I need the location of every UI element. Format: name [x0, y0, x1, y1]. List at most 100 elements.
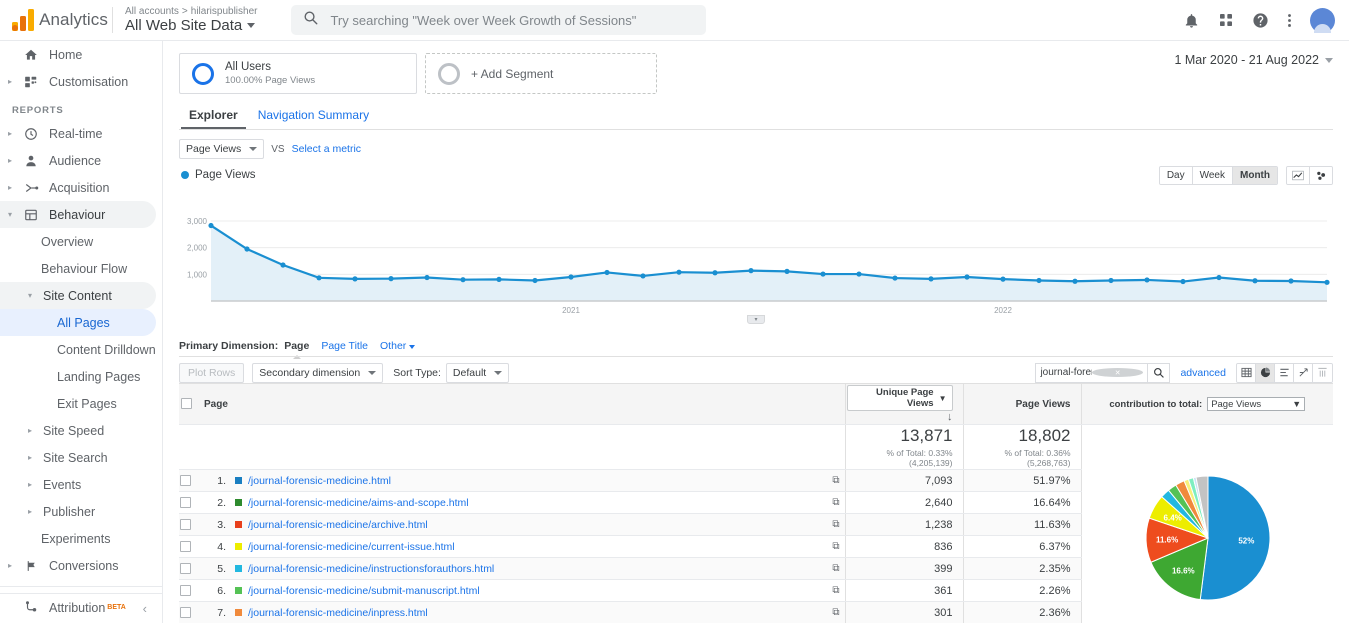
row-checkbox[interactable]: [180, 497, 191, 509]
line-chart-icon[interactable]: [1287, 167, 1310, 184]
metric-select-button[interactable]: Page Views: [179, 139, 265, 159]
sidebar-item-home[interactable]: Home: [0, 41, 156, 68]
table-view-icon[interactable]: [1237, 363, 1256, 382]
sidebar-item-site-content[interactable]: ▾ Site Content: [0, 282, 156, 309]
row-page-link[interactable]: /journal-forensic-medicine.html: [248, 475, 391, 487]
sidebar-item-publisher[interactable]: ▸ Publisher: [0, 498, 156, 525]
row-number: 7.: [217, 606, 226, 619]
granularity-day[interactable]: Day: [1159, 167, 1193, 184]
primary-dimension-other[interactable]: Other: [380, 340, 416, 352]
comparison-view-icon[interactable]: [1294, 363, 1313, 382]
primary-dimension-page[interactable]: Page: [284, 340, 309, 352]
plot-rows-button[interactable]: Plot Rows: [179, 362, 245, 383]
table-filter-input[interactable]: journal-forensic-medicine ✕: [1035, 362, 1149, 383]
row-checkbox[interactable]: [180, 519, 191, 531]
contribution-metric-select[interactable]: Page Views ▼: [1207, 397, 1306, 411]
sidebar-item-overview[interactable]: Overview: [0, 228, 156, 255]
sort-type-select[interactable]: Default: [445, 362, 510, 383]
row-checkbox[interactable]: [180, 541, 191, 553]
unique-page-views-pill[interactable]: Unique Page Views ▼: [846, 385, 953, 411]
table-search-button[interactable]: [1148, 362, 1171, 383]
sidebar-item-audience[interactable]: ▸ Audience: [0, 147, 156, 174]
date-range-picker[interactable]: 1 Mar 2020 - 21 Aug 2022: [1174, 53, 1333, 67]
add-segment-button[interactable]: + Add Segment: [425, 53, 657, 94]
pie-slice-label: 11.6%: [1155, 535, 1177, 544]
pivot-view-icon[interactable]: [1313, 363, 1332, 382]
breadcrumb-all-accounts[interactable]: All accounts: [125, 6, 179, 17]
table-body: 13,871 % of Total: 0.33% (4,205,139) 18,…: [179, 424, 1333, 623]
column-header-unique-page-views[interactable]: Unique Page Views ▼ ↓: [845, 383, 964, 425]
select-all-checkbox[interactable]: [181, 398, 192, 410]
sidebar-collapse-button[interactable]: ‹: [0, 593, 162, 623]
row-page-link[interactable]: /journal-forensic-medicine/inpress.html: [248, 607, 428, 619]
open-page-icon[interactable]: ⧉: [832, 607, 839, 618]
chart-resize-handle[interactable]: ▾: [747, 315, 765, 324]
sidebar-item-exit-pages[interactable]: Exit Pages: [0, 390, 156, 417]
sidebar-item-customisation[interactable]: ▸ Customisation: [0, 68, 156, 95]
open-page-icon[interactable]: ⧉: [832, 519, 839, 530]
sort-descending-icon[interactable]: ↓: [947, 411, 953, 423]
row-checkbox[interactable]: [180, 585, 191, 597]
row-page-link[interactable]: /journal-forensic-medicine/current-issue…: [248, 541, 455, 553]
row-page-link[interactable]: /journal-forensic-medicine/aims-and-scop…: [248, 497, 469, 509]
breadcrumb-separator: >: [181, 5, 188, 17]
help-icon[interactable]: [1252, 12, 1269, 29]
sidebar-item-behaviour[interactable]: ▾ Behaviour: [0, 201, 156, 228]
sidebar-item-acquisition[interactable]: ▸ Acquisition: [0, 174, 156, 201]
granularity-week[interactable]: Week: [1192, 167, 1233, 184]
pie-slice[interactable]: [1199, 474, 1270, 600]
row-select-cell: [179, 491, 194, 514]
sidebar-item-conversions[interactable]: ▸ Conversions: [0, 552, 156, 579]
granularity-month[interactable]: Month: [1233, 167, 1277, 184]
row-page-link[interactable]: /journal-forensic-medicine/submit-manusc…: [248, 585, 480, 597]
sidebar-item-real-time[interactable]: ▸ Real-time: [0, 120, 156, 147]
primary-dimension-page-title[interactable]: Page Title: [321, 340, 368, 352]
segment-all-users[interactable]: All Users 100.00% Page Views: [179, 53, 417, 94]
sidebar-item-site-search[interactable]: ▸ Site Search: [0, 444, 156, 471]
open-page-icon[interactable]: ⧉: [832, 585, 839, 596]
grid-icon[interactable]: [1218, 12, 1234, 28]
tab-explorer[interactable]: Explorer: [181, 104, 246, 129]
advanced-link[interactable]: advanced: [1180, 367, 1226, 379]
row-checkbox[interactable]: [180, 607, 191, 619]
tab-navigation-summary[interactable]: Navigation Summary: [250, 104, 377, 129]
sidebar-item-experiments[interactable]: Experiments: [0, 525, 156, 552]
sidebar-item-events[interactable]: ▸ Events: [0, 471, 156, 498]
row-page-link[interactable]: /journal-forensic-medicine/instructionsf…: [248, 563, 494, 575]
column-header-page[interactable]: Page: [194, 383, 846, 425]
line-chart-svg: 1,000 2,000 3,000 2021 2022: [187, 217, 1330, 315]
row-checkbox[interactable]: [180, 475, 191, 487]
secondary-dimension-button[interactable]: Secondary dimension: [252, 362, 384, 383]
property-name[interactable]: All Web Site Data: [125, 17, 257, 34]
row-checkbox[interactable]: [180, 563, 191, 575]
pie-view-icon[interactable]: [1256, 363, 1275, 382]
row-page-cell: 4. /journal-forensic-medicine/current-iss…: [194, 535, 846, 558]
sidebar-item-label: Site Search: [43, 450, 108, 465]
row-page-link[interactable]: /journal-forensic-medicine/archive.html: [248, 519, 428, 531]
clear-filter-icon[interactable]: ✕: [1091, 368, 1144, 377]
sidebar-item-landing-pages[interactable]: Landing Pages: [0, 363, 156, 390]
search-box[interactable]: [291, 5, 707, 35]
column-header-page-views[interactable]: Page Views: [963, 383, 1082, 425]
open-page-icon[interactable]: ⧉: [832, 541, 839, 552]
search-input[interactable]: [328, 11, 697, 29]
select-a-metric-link[interactable]: Select a metric: [292, 143, 361, 155]
open-page-icon[interactable]: ⧉: [832, 475, 839, 486]
more-vertical-icon[interactable]: [1287, 12, 1292, 29]
bell-icon[interactable]: [1183, 12, 1200, 29]
open-page-icon[interactable]: ⧉: [832, 497, 839, 508]
performance-view-icon[interactable]: [1275, 363, 1294, 382]
page-views-line-chart[interactable]: 1,000 2,000 3,000 2021 2022: [179, 213, 1333, 323]
sidebar-item-all-pages[interactable]: All Pages: [0, 309, 156, 336]
analytics-logo[interactable]: Analytics: [0, 9, 108, 31]
contribution-pie-chart[interactable]: 52% 16.6% 11.6% 6.4%: [1083, 456, 1333, 623]
person-icon: [18, 154, 44, 168]
sidebar-item-behaviour-flow[interactable]: Behaviour Flow: [0, 255, 156, 282]
sidebar-item-content-drilldown[interactable]: Content Drilldown: [0, 336, 156, 363]
account-selector[interactable]: All accounts > hilarispublisher All Web Si…: [125, 6, 257, 35]
scatter-chart-icon[interactable]: [1310, 167, 1332, 184]
breadcrumb-account[interactable]: hilarispublisher: [191, 6, 258, 17]
open-page-icon[interactable]: ⧉: [832, 563, 839, 574]
sidebar-item-site-speed[interactable]: ▸ Site Speed: [0, 417, 156, 444]
avatar[interactable]: [1310, 7, 1335, 33]
